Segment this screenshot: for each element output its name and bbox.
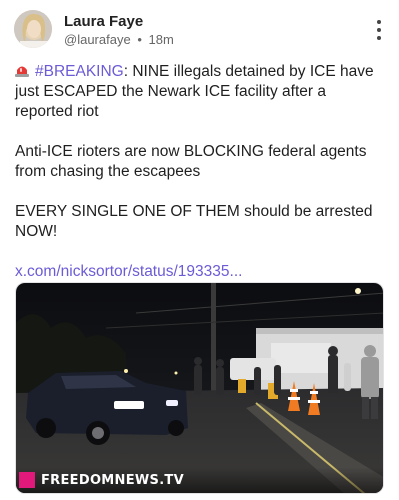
- post-body: #BREAKING: NINE illegals detained by ICE…: [15, 62, 387, 282]
- post-media-image[interactable]: FREEDOMNEWS.TV: [15, 282, 384, 494]
- meta-separator: •: [137, 32, 142, 47]
- hashtag-breaking[interactable]: #BREAKING: [35, 63, 124, 80]
- author-handle[interactable]: @laurafaye: [64, 32, 131, 47]
- author-name[interactable]: Laura Faye: [64, 13, 143, 30]
- rotating-light-icon: [15, 63, 29, 77]
- post-paragraph-3: EVERY SINGLE ONE OF THEM should be arres…: [15, 203, 373, 240]
- post-link[interactable]: x.com/nicksortor/status/193335...: [15, 262, 387, 282]
- media-watermark: FREEDOMNEWS.TV: [16, 467, 383, 493]
- post-header: Laura Faye @laurafaye • 18m: [14, 10, 385, 54]
- watermark-text: FREEDOMNEWS.TV: [41, 472, 184, 488]
- post-time[interactable]: 18m: [149, 32, 174, 47]
- author-meta: @laurafaye • 18m: [64, 32, 174, 47]
- post-paragraph-1: #BREAKING: NINE illegals detained by ICE…: [15, 62, 387, 122]
- freedomnews-logo-icon: [19, 472, 35, 488]
- post-card: Laura Faye @laurafaye • 18m #BREAKING: N…: [0, 0, 399, 500]
- more-vertical-icon[interactable]: [371, 20, 387, 40]
- avatar[interactable]: [14, 10, 52, 48]
- post-paragraph-2: Anti-ICE rioters are now BLOCKING federa…: [15, 143, 367, 180]
